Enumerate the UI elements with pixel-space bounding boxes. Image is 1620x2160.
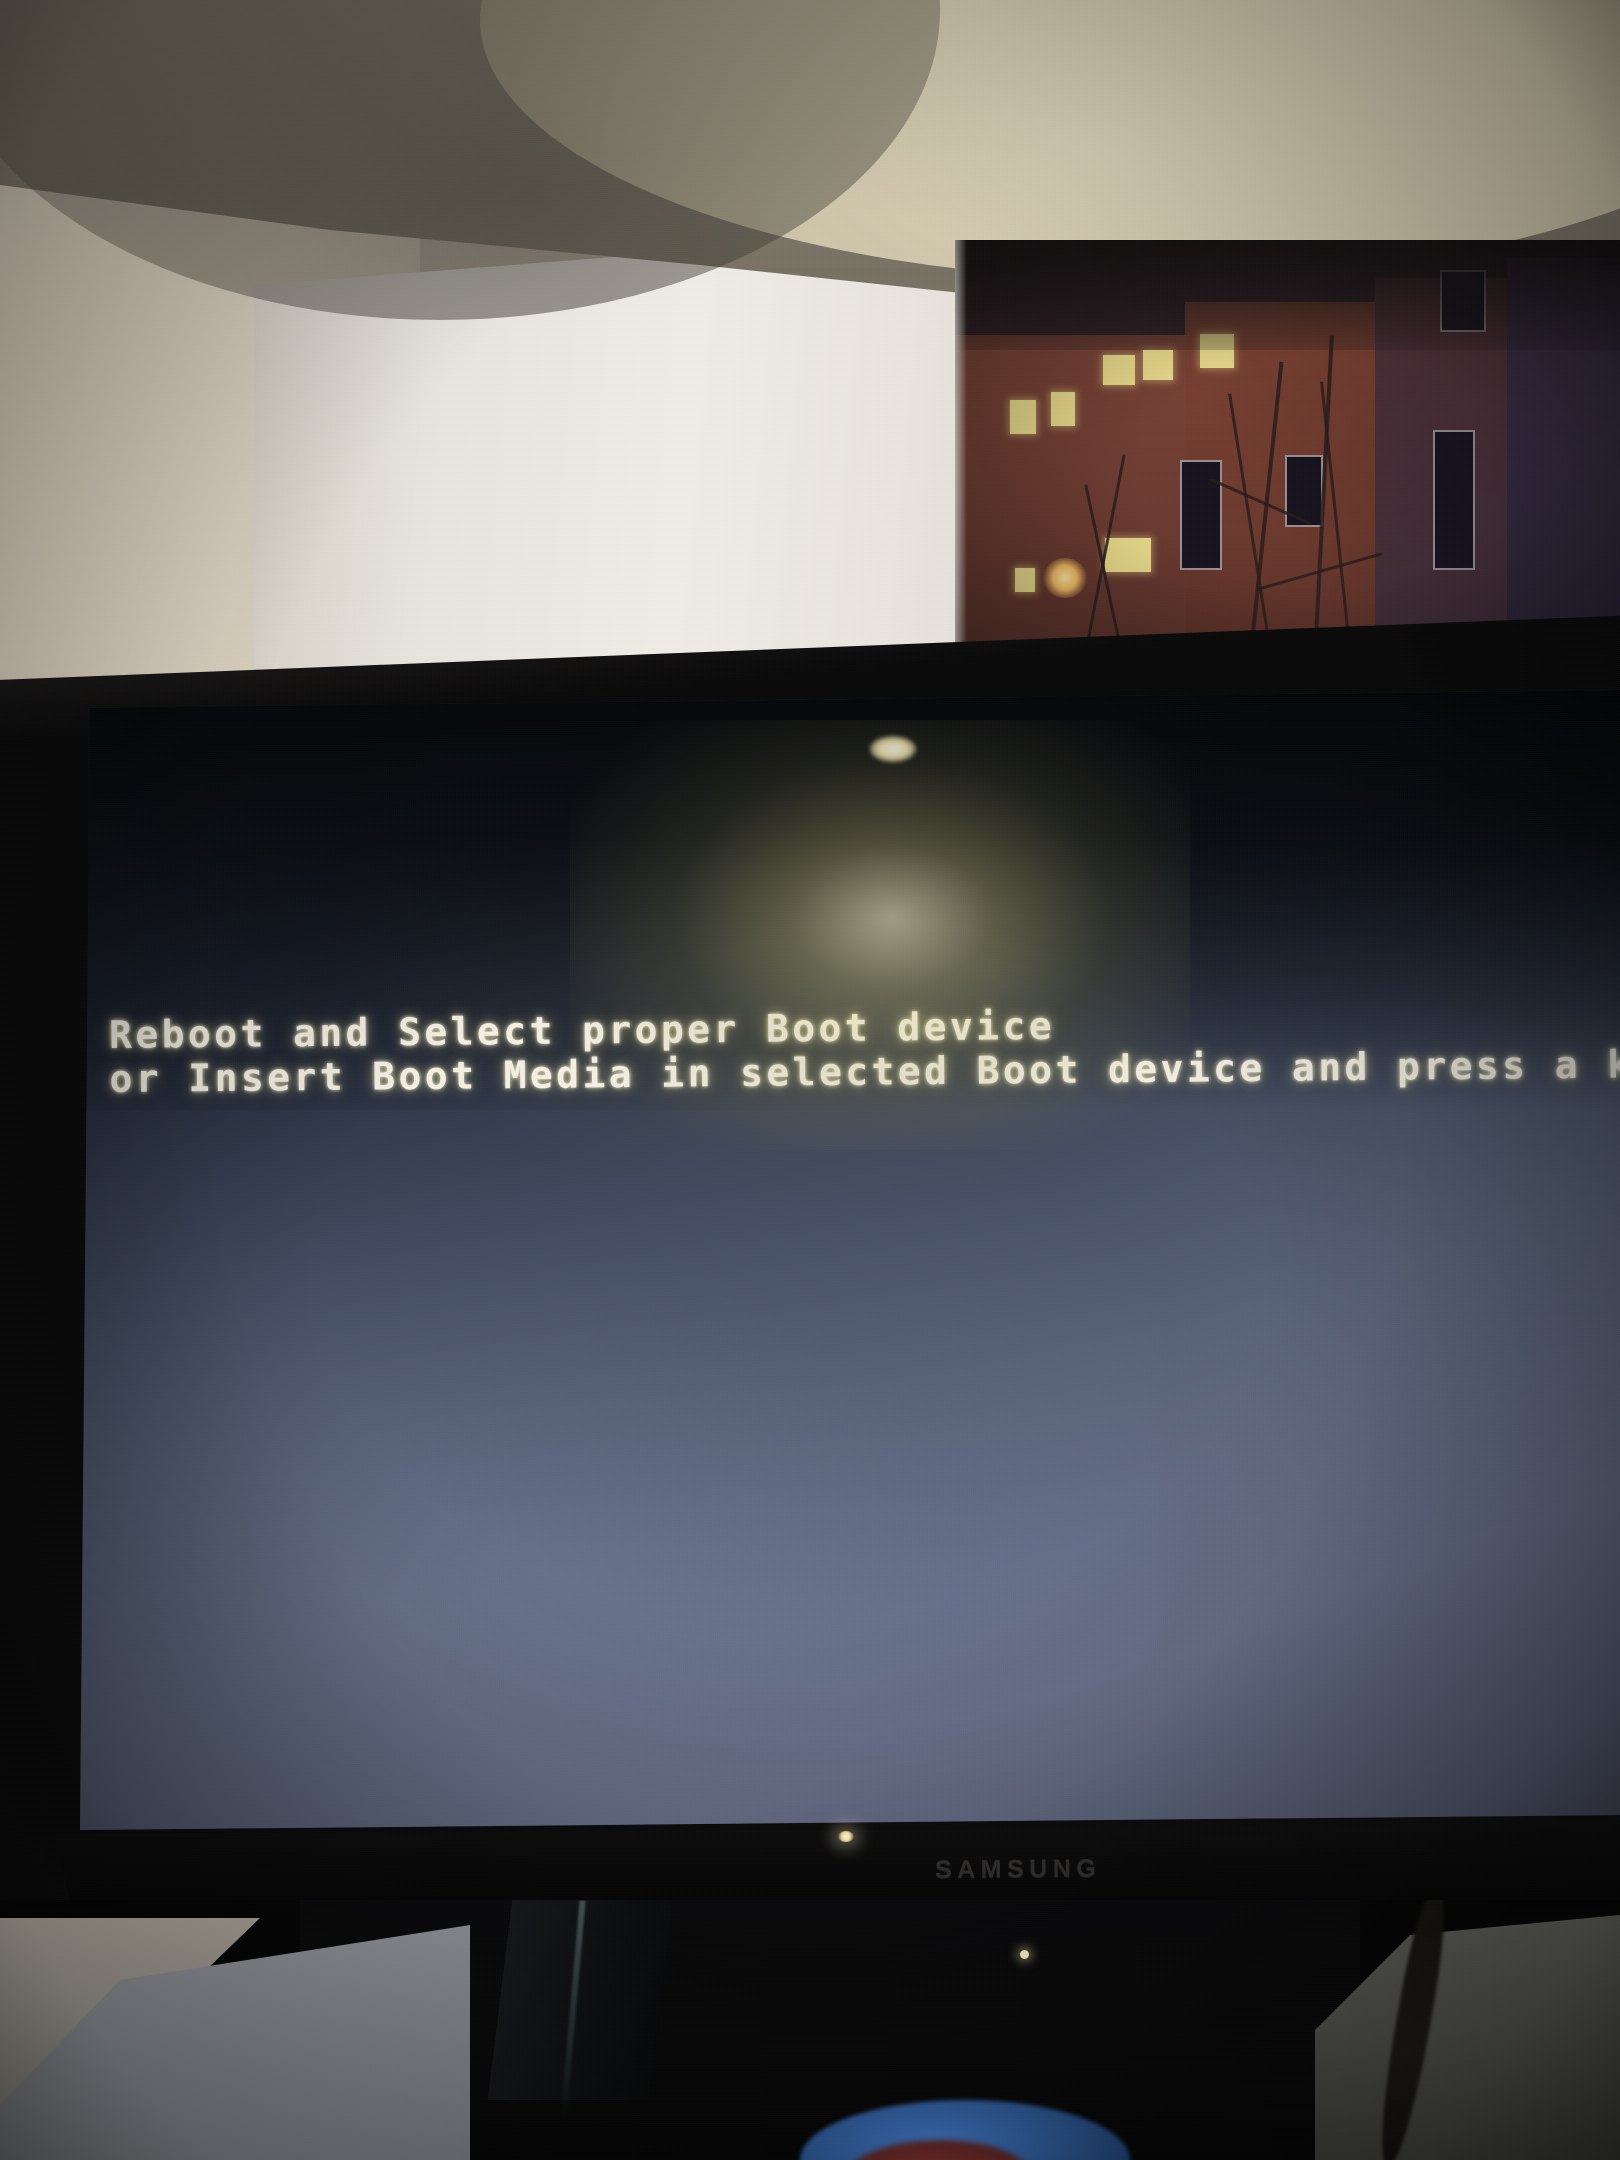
samsung-brand-logo: SAMSUNG <box>934 1854 1102 1884</box>
floor-dim-right <box>1315 1915 1620 2160</box>
monitor-screen[interactable]: Reboot and Select proper Boot deviceor I… <box>80 690 1620 1830</box>
screen-vignette <box>80 690 1620 1830</box>
small-light-reflection <box>1020 1950 1029 1959</box>
room-background <box>0 0 1620 700</box>
photograph-of-monitor: Reboot and Select proper Boot deviceor I… <box>0 0 1620 2160</box>
power-led-indicator[interactable] <box>838 1831 854 1842</box>
desk-and-floor-area <box>0 1900 1620 2160</box>
wall-white-panel <box>255 255 955 700</box>
